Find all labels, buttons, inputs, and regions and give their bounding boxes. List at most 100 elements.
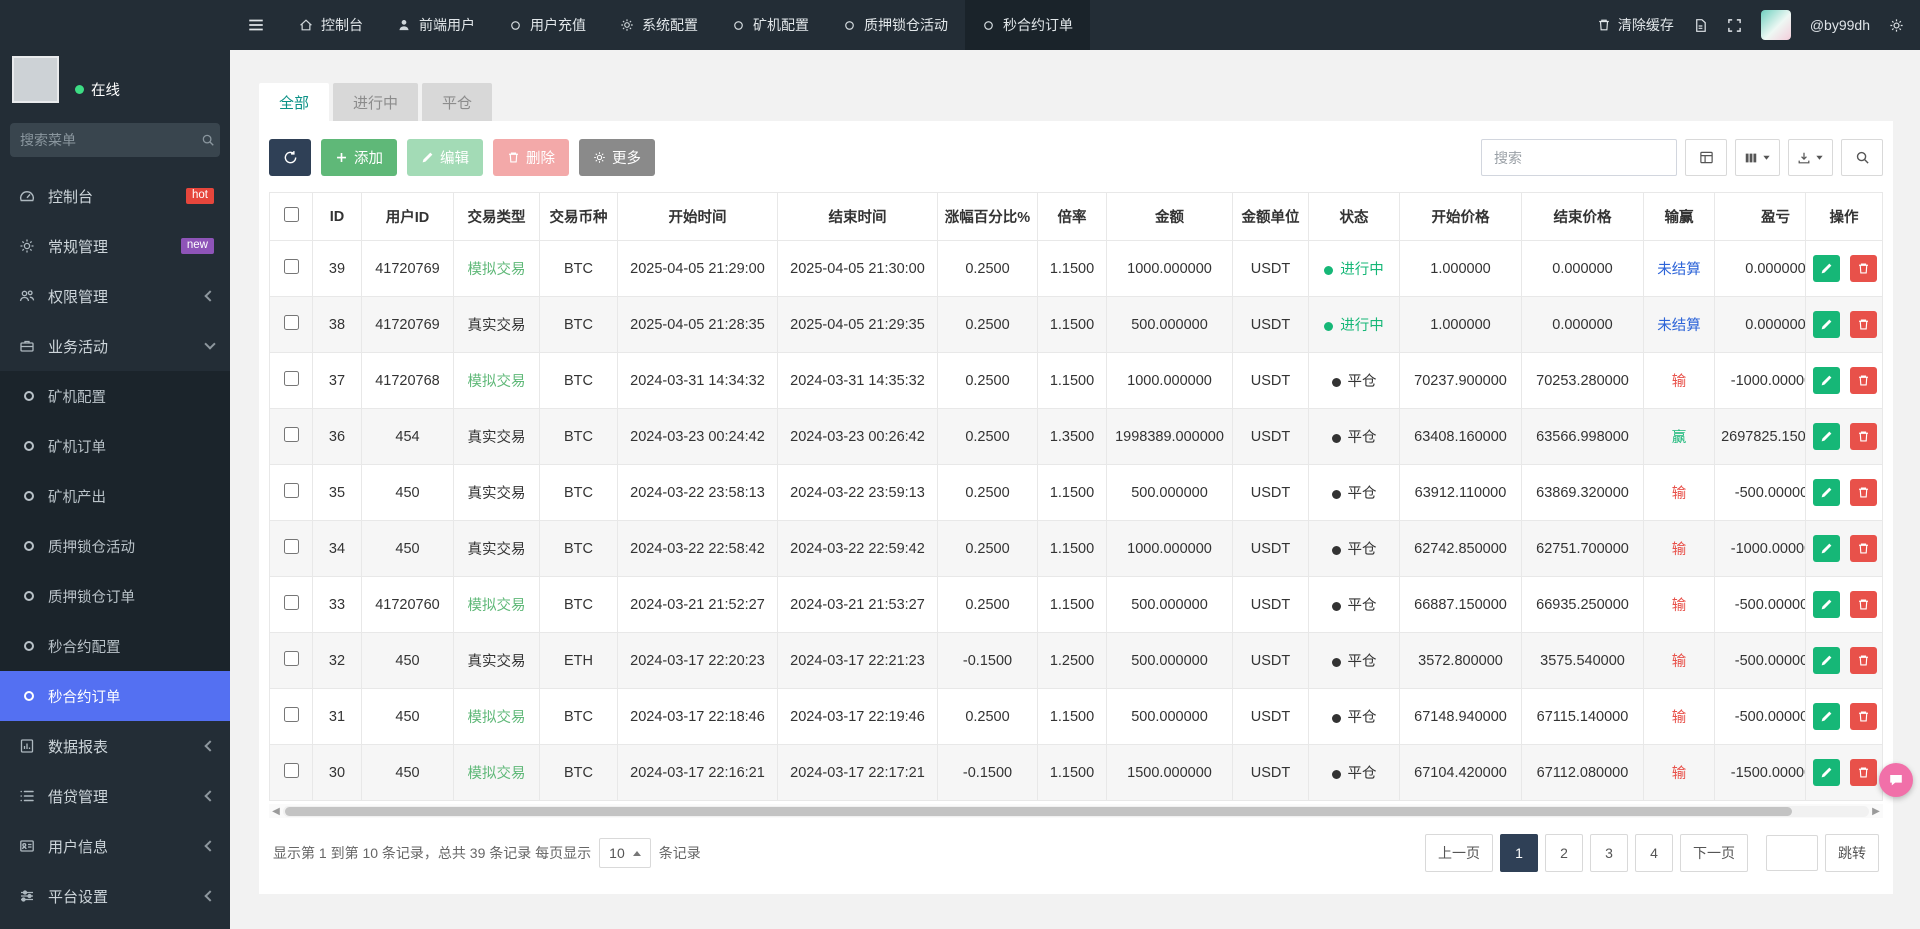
delete-row-button[interactable] xyxy=(1850,479,1877,506)
scrollbar-track[interactable] xyxy=(283,806,1869,817)
tab-running[interactable]: 进行中 xyxy=(333,83,418,121)
page-button-3[interactable]: 3 xyxy=(1590,834,1628,872)
page-size-select[interactable]: 10 xyxy=(599,838,651,868)
delete-row-button[interactable] xyxy=(1850,647,1877,674)
edit-row-button[interactable] xyxy=(1813,647,1840,674)
page-button-2[interactable]: 2 xyxy=(1545,834,1583,872)
edit-row-button[interactable] xyxy=(1813,479,1840,506)
avatar[interactable] xyxy=(1761,10,1791,40)
refresh-cache-icon[interactable] xyxy=(1693,18,1708,33)
refresh-button[interactable] xyxy=(269,139,311,176)
delete-button[interactable]: 删除 xyxy=(493,139,569,176)
delete-row-button[interactable] xyxy=(1850,591,1877,618)
username[interactable]: @by99dh xyxy=(1810,17,1870,33)
page-button-4[interactable]: 4 xyxy=(1635,834,1673,872)
table-row[interactable]: 33 41720760 模拟交易 BTC 2024-03-21 21:52:27… xyxy=(269,577,1883,633)
fullscreen-icon[interactable] xyxy=(1727,18,1742,33)
submenu-item-staking-orders[interactable]: 质押锁仓订单 xyxy=(0,571,230,621)
jump-page-input[interactable] xyxy=(1766,835,1818,871)
delete-row-button[interactable] xyxy=(1850,255,1877,282)
topbar-tab-console[interactable]: 控制台 xyxy=(282,0,380,50)
row-checkbox[interactable] xyxy=(284,539,299,554)
next-page-button[interactable]: 下一页 xyxy=(1680,834,1748,872)
row-checkbox[interactable] xyxy=(284,315,299,330)
edit-row-button[interactable] xyxy=(1813,759,1840,786)
row-checkbox[interactable] xyxy=(284,707,299,722)
add-button[interactable]: 添加 xyxy=(321,139,397,176)
tab-all[interactable]: 全部 xyxy=(259,83,329,121)
view-toggle-button[interactable] xyxy=(1685,139,1727,176)
delete-row-button[interactable] xyxy=(1850,703,1877,730)
submenu-item-miner-config[interactable]: 矿机配置 xyxy=(0,371,230,421)
delete-row-button[interactable] xyxy=(1850,311,1877,338)
table-row[interactable]: 31 450 模拟交易 BTC 2024-03-17 22:18:46 2024… xyxy=(269,689,1883,745)
topbar-tab-miner-config[interactable]: 矿机配置 xyxy=(715,0,826,50)
table-row[interactable]: 37 41720768 模拟交易 BTC 2024-03-31 14:34:32… xyxy=(269,353,1883,409)
page-button-1[interactable]: 1 xyxy=(1500,834,1538,872)
delete-row-button[interactable] xyxy=(1850,423,1877,450)
table-row[interactable]: 36 454 真实交易 BTC 2024-03-23 00:24:42 2024… xyxy=(269,409,1883,465)
row-checkbox[interactable] xyxy=(284,371,299,386)
row-checkbox[interactable] xyxy=(284,259,299,274)
sidebar-item-permissions[interactable]: 权限管理 xyxy=(0,271,230,321)
topbar-tab-system-config[interactable]: 系统配置 xyxy=(603,0,715,50)
clear-cache-button[interactable]: 清除缓存 xyxy=(1597,15,1674,35)
sidebar-item-console[interactable]: 控制台 hot xyxy=(0,171,230,221)
edit-row-button[interactable] xyxy=(1813,367,1840,394)
scrollbar-thumb[interactable] xyxy=(285,807,1792,816)
sidebar-item-platform-settings[interactable]: 平台设置 xyxy=(0,871,230,921)
table-row[interactable]: 35 450 真实交易 BTC 2024-03-22 23:58:13 2024… xyxy=(269,465,1883,521)
delete-row-button[interactable] xyxy=(1850,759,1877,786)
table-search-input[interactable] xyxy=(1481,139,1677,176)
export-dropdown-button[interactable] xyxy=(1788,139,1833,176)
delete-row-button[interactable] xyxy=(1850,535,1877,562)
scroll-left-arrow-icon[interactable]: ◀ xyxy=(269,806,283,817)
sidebar-item-user-info[interactable]: 用户信息 xyxy=(0,821,230,871)
edit-row-button[interactable] xyxy=(1813,535,1840,562)
floating-service-button[interactable] xyxy=(1879,763,1913,797)
topbar-tab-seconds-orders[interactable]: 秒合约订单 xyxy=(965,0,1090,50)
settings-gear-icon[interactable] xyxy=(1889,18,1904,33)
table-row[interactable]: 38 41720769 真实交易 BTC 2025-04-05 21:28:35… xyxy=(269,297,1883,353)
more-button[interactable]: 更多 xyxy=(579,139,655,176)
submenu-item-seconds-config[interactable]: 秒合约配置 xyxy=(0,621,230,671)
columns-dropdown-button[interactable] xyxy=(1735,139,1780,176)
sidebar-item-reports[interactable]: 数据报表 xyxy=(0,721,230,771)
select-all-checkbox[interactable] xyxy=(284,207,299,222)
sidebar-item-general[interactable]: 常规管理 new xyxy=(0,221,230,271)
edit-row-button[interactable] xyxy=(1813,311,1840,338)
edit-row-button[interactable] xyxy=(1813,423,1840,450)
sidebar-item-business[interactable]: 业务活动 xyxy=(0,321,230,371)
table-row[interactable]: 32 450 真实交易 ETH 2024-03-17 22:20:23 2024… xyxy=(269,633,1883,689)
topbar-tab-staking-activity[interactable]: 质押锁仓活动 xyxy=(826,0,965,50)
tab-closed[interactable]: 平仓 xyxy=(422,83,492,121)
row-checkbox[interactable] xyxy=(284,483,299,498)
topbar-tab-frontend-users[interactable]: 前端用户 xyxy=(380,0,492,50)
edit-row-button[interactable] xyxy=(1813,703,1840,730)
table-row[interactable]: 30 450 模拟交易 BTC 2024-03-17 22:16:21 2024… xyxy=(269,745,1883,801)
submenu-item-miner-output[interactable]: 矿机产出 xyxy=(0,471,230,521)
edit-button[interactable]: 编辑 xyxy=(407,139,483,176)
submenu-item-seconds-orders[interactable]: 秒合约订单 xyxy=(0,671,230,721)
jump-button[interactable]: 跳转 xyxy=(1825,834,1879,872)
submenu-item-miner-orders[interactable]: 矿机订单 xyxy=(0,421,230,471)
row-checkbox[interactable] xyxy=(284,427,299,442)
submenu-item-staking-activity[interactable]: 质押锁仓活动 xyxy=(0,521,230,571)
topbar-tab-user-recharge[interactable]: 用户充值 xyxy=(492,0,603,50)
edit-row-button[interactable] xyxy=(1813,255,1840,282)
row-checkbox[interactable] xyxy=(284,651,299,666)
user-avatar[interactable] xyxy=(12,56,59,103)
table-row[interactable]: 34 450 真实交易 BTC 2024-03-22 22:58:42 2024… xyxy=(269,521,1883,577)
delete-row-button[interactable] xyxy=(1850,367,1877,394)
search-toggle-button[interactable] xyxy=(1841,139,1883,176)
row-checkbox[interactable] xyxy=(284,763,299,778)
prev-page-button[interactable]: 上一页 xyxy=(1425,834,1493,872)
horizontal-scrollbar[interactable]: ◀ ▶ xyxy=(269,804,1883,818)
menu-toggle-button[interactable] xyxy=(230,0,282,50)
row-checkbox[interactable] xyxy=(284,595,299,610)
edit-row-button[interactable] xyxy=(1813,591,1840,618)
menu-search-input[interactable] xyxy=(20,132,201,148)
sidebar-item-lending[interactable]: 借贷管理 xyxy=(0,771,230,821)
table-row[interactable]: 39 41720769 模拟交易 BTC 2025-04-05 21:29:00… xyxy=(269,241,1883,297)
scroll-right-arrow-icon[interactable]: ▶ xyxy=(1869,806,1883,817)
